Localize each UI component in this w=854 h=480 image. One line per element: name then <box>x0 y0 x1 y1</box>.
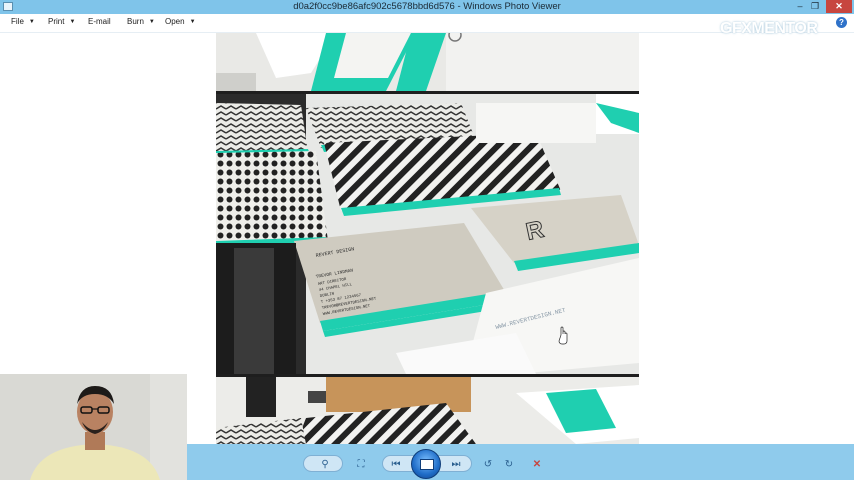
minimize-button[interactable]: – <box>794 0 806 13</box>
next-button[interactable]: ⏭ <box>446 456 466 472</box>
zoom-button[interactable]: ⚲ <box>314 456 336 472</box>
navigation-bar <box>187 444 854 480</box>
chevron-down-icon: ▼ <box>69 19 76 25</box>
magnifier-icon: ⚲ <box>321 458 329 470</box>
previous-button[interactable]: ⏮ <box>386 456 406 472</box>
photo-content: REVERT DESIGN TREVOR LINDMAN ART DIRECTO… <box>216 33 639 444</box>
chevron-down-icon: ▼ <box>148 19 155 25</box>
burn-menu-label: Burn <box>127 17 144 26</box>
email-button-label: E-mail <box>88 17 111 26</box>
print-menu[interactable]: Print ▼ <box>48 17 75 26</box>
rotate-clockwise-button[interactable]: ↻ <box>500 456 518 472</box>
email-button[interactable]: E-mail <box>88 17 111 26</box>
file-menu-label: File <box>11 17 24 26</box>
actual-size-button[interactable]: ⛶ <box>352 456 370 472</box>
chevron-down-icon: ▼ <box>28 19 35 25</box>
previous-icon: ⏮ <box>391 458 401 470</box>
rotate-left-icon: ↺ <box>483 458 493 470</box>
open-menu[interactable]: Open ▼ <box>165 17 196 26</box>
fit-window-icon: ⛶ <box>357 458 365 470</box>
title-bar: d0a2f0cc9be86afc902c5678bbd6d576 - Windo… <box>0 0 854 14</box>
print-menu-label: Print <box>48 17 65 26</box>
rotate-counterclockwise-button[interactable]: ↺ <box>479 456 497 472</box>
open-menu-label: Open <box>165 17 185 26</box>
burn-menu[interactable]: Burn ▼ <box>127 17 155 26</box>
presenter-video <box>0 374 187 480</box>
file-menu[interactable]: File ▼ <box>11 17 35 26</box>
next-icon: ⏭ <box>451 458 461 470</box>
help-icon[interactable]: ? <box>836 17 847 28</box>
displayed-photo[interactable]: REVERT DESIGN TREVOR LINDMAN ART DIRECTO… <box>216 33 639 444</box>
play-slideshow-button[interactable] <box>411 449 441 479</box>
watermark-part1: GFX <box>720 20 752 37</box>
slideshow-icon <box>420 459 434 470</box>
rotate-right-icon: ↻ <box>504 458 514 470</box>
gfxmentor-watermark-logo: GFXMENTOR <box>720 20 818 38</box>
webcam-overlay <box>0 374 187 480</box>
delete-icon: ✕ <box>532 458 542 470</box>
window-title: d0a2f0cc9be86afc902c5678bbd6d576 - Windo… <box>293 1 561 12</box>
delete-button[interactable]: ✕ <box>528 456 546 472</box>
close-window-button[interactable]: ✕ <box>826 0 852 13</box>
watermark-part2: MENTOR <box>751 20 818 37</box>
chevron-down-icon: ▼ <box>189 19 196 25</box>
restore-button[interactable]: ❐ <box>809 0 821 13</box>
